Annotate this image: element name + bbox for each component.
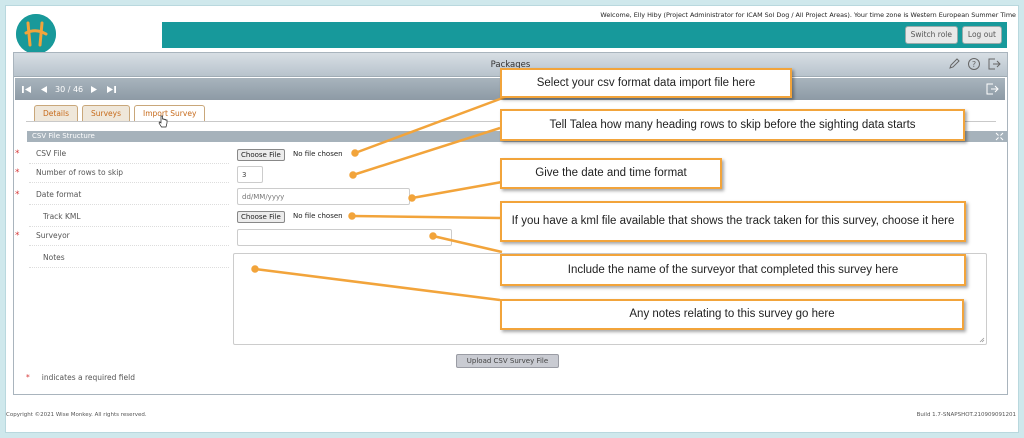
notes-label: Notes	[43, 253, 65, 262]
callout-surveyor: Include the name of the surveyor that co…	[500, 254, 966, 286]
svg-text:?: ?	[972, 60, 976, 69]
required-note-text: indicates a required field	[41, 373, 135, 382]
first-record-icon[interactable]	[21, 84, 32, 95]
talea-logo-icon[interactable]	[16, 14, 56, 54]
csv-choose-file-button[interactable]: Choose File	[237, 149, 285, 161]
tab-surveys[interactable]: Surveys	[82, 105, 131, 121]
upload-csv-button[interactable]: Upload CSV Survey File	[456, 354, 559, 368]
hand-cursor-icon	[158, 115, 168, 128]
csv-no-file-text: No file chosen	[293, 150, 343, 158]
rows-to-skip-row: * Number of rows to skip	[15, 165, 445, 183]
expand-icon[interactable]	[995, 132, 1004, 141]
top-bar: Switch role Log out	[162, 22, 1007, 48]
required-marker: *	[15, 190, 20, 200]
nav-exit-icon[interactable]	[985, 82, 999, 96]
surveyor-label: Surveyor	[36, 231, 70, 240]
edit-pencil-icon[interactable]	[947, 57, 961, 71]
tab-details[interactable]: Details	[34, 105, 79, 121]
callout-track-kml: If you have a kml file available that sh…	[500, 201, 966, 242]
welcome-message: Welcome, Elly Hiby (Project Administrato…	[600, 11, 1016, 19]
rows-to-skip-input[interactable]: 3	[237, 166, 263, 183]
rows-to-skip-label: Number of rows to skip	[36, 168, 124, 177]
csv-file-label: CSV File	[36, 149, 67, 158]
next-record-icon[interactable]	[89, 84, 100, 95]
track-kml-label: Track KML	[43, 212, 81, 221]
callout-notes: Any notes relating to this survey go her…	[500, 299, 964, 330]
callout-date-format: Give the date and time format	[500, 158, 722, 189]
record-counter: 30 / 46	[55, 85, 84, 94]
date-format-label: Date format	[36, 190, 82, 199]
help-icon[interactable]: ?	[967, 57, 981, 71]
track-kml-row: Track KML	[15, 209, 445, 227]
kml-no-file-text: No file chosen	[293, 212, 343, 220]
previous-record-icon[interactable]	[38, 84, 49, 95]
section-title: CSV File Structure	[32, 132, 95, 140]
copyright-text: Copyright ©2021 Wise Monkey. All rights …	[6, 412, 147, 418]
required-marker: *	[26, 373, 30, 382]
csv-file-row: * CSV File	[15, 146, 445, 164]
tab-import-survey[interactable]: Import Survey	[134, 105, 206, 122]
date-format-input[interactable]: dd/MM/yyyy	[237, 188, 410, 205]
resize-handle-icon[interactable]	[979, 337, 985, 343]
last-record-icon[interactable]	[106, 84, 117, 95]
switch-role-button[interactable]: Switch role	[904, 26, 958, 44]
exit-icon[interactable]	[987, 57, 1001, 71]
tab-bar: Details Surveys Import Survey	[34, 105, 206, 122]
required-marker: *	[15, 149, 20, 159]
required-marker: *	[15, 168, 20, 178]
required-marker: *	[15, 231, 20, 241]
surveyor-input[interactable]	[237, 229, 452, 246]
kml-choose-file-button[interactable]: Choose File	[237, 211, 285, 223]
build-text: Build 1.7-SNAPSHOT.210909091201	[916, 412, 1016, 418]
callout-rows-to-skip: Tell Talea how many heading rows to skip…	[500, 109, 965, 141]
logout-button[interactable]: Log out	[961, 26, 1002, 44]
callout-csv-file: Select your csv format data import file …	[500, 68, 792, 98]
required-field-note: * indicates a required field	[26, 373, 135, 382]
